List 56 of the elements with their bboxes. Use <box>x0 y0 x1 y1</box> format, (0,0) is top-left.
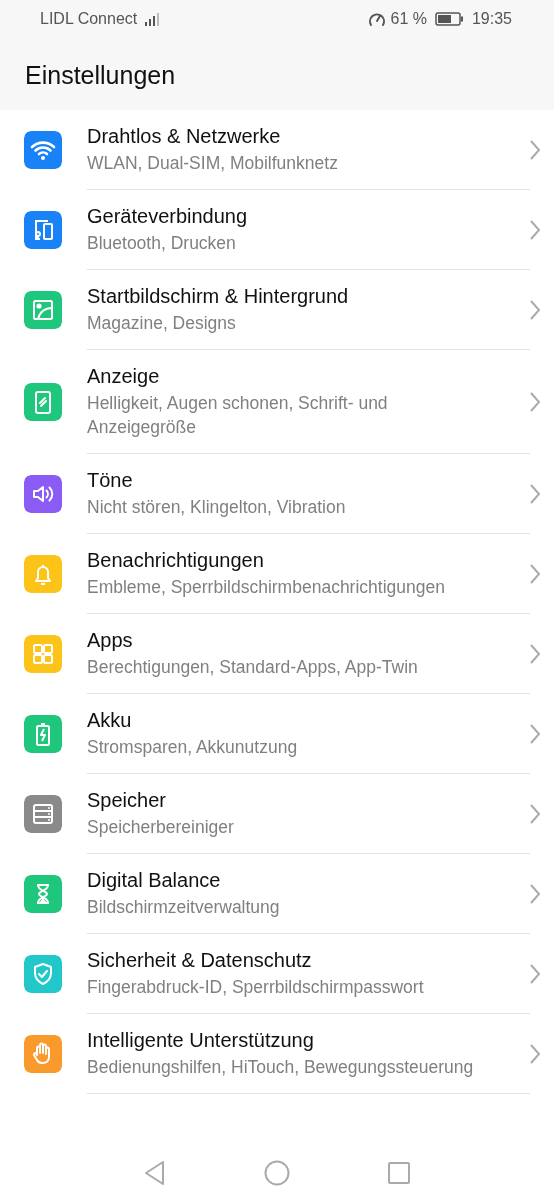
settings-item[interactable]: Digital Balance Bildschirmzeitverwaltung <box>0 854 554 934</box>
chevron-icon <box>528 1043 542 1065</box>
settings-item[interactable]: Startbildschirm & Hintergrund Magazine, Designs <box>0 270 554 350</box>
item-title: Töne <box>87 469 134 492</box>
item-title: Sicherheit & Datenschutz <box>87 949 313 972</box>
item-subtitle: Embleme, Sperrbildschirmbenachrichtigungen <box>87 576 446 599</box>
carrier-name: LIDL Connect <box>40 10 138 28</box>
chevron-icon <box>528 391 542 413</box>
item-title: Startbildschirm & Hintergrund <box>87 285 350 308</box>
item-title: Benachrichtigungen <box>87 549 265 572</box>
item-subtitle: Fingerabdruck-ID, Sperrbildschirmpasswort <box>87 976 425 999</box>
settings-item[interactable]: Speicher Speicherbereiniger <box>0 774 554 854</box>
settings-item[interactable]: Geräteverbindung Bluetooth, Drucken <box>0 190 554 270</box>
item-title: Geräteverbindung <box>87 205 249 228</box>
item-title: Anzeige <box>87 365 161 388</box>
settings-item[interactable]: Töne Nicht stören, Klingelton, Vibration <box>0 454 554 534</box>
chevron-icon <box>528 643 542 665</box>
settings-item[interactable]: Akku Stromsparen, Akkunutzung <box>0 694 554 774</box>
item-title: Digital Balance <box>87 869 222 892</box>
settings-item[interactable]: Intelligente Unterstützung Bedienungshilfen, HiTouch, Bewegungssteuerung <box>0 1014 554 1094</box>
chevron-icon <box>528 139 542 161</box>
item-title: Intelligente Unterstützung <box>87 1029 315 1052</box>
item-subtitle: Stromsparen, Akkunutzung <box>87 736 299 759</box>
chevron-icon <box>528 723 542 745</box>
speedometer-icon <box>368 11 387 27</box>
chevron-icon <box>528 483 542 505</box>
item-subtitle: Bluetooth, Drucken <box>87 232 237 255</box>
settings-item[interactable]: Apps Berechtigungen, Standard-Apps, App-Twin <box>0 614 554 694</box>
item-subtitle: Helligkeit, Augen schonen, Schrift- und Anzeigegröße <box>87 392 389 439</box>
item-title: Apps <box>87 629 134 652</box>
chevron-icon <box>528 219 542 241</box>
chevron-icon <box>528 299 542 321</box>
item-subtitle: Berechtigungen, Standard-Apps, App-Twin <box>87 656 419 679</box>
settings-item[interactable]: Drahtlos & Netzwerke WLAN, Dual-SIM, Mobilfunknetz <box>0 110 554 190</box>
settings-item[interactable]: Benachrichtigungen Embleme, Sperrbildschirmbenachrichtigungen <box>0 534 554 614</box>
chevron-icon <box>528 963 542 985</box>
signal-icon <box>145 12 162 26</box>
chevron-icon <box>528 563 542 585</box>
clock-time: 19:35 <box>471 10 512 28</box>
settings-item[interactable]: Anzeige Helligkeit, Augen schonen, Schrift- und Anzeigegröße <box>0 350 554 454</box>
item-subtitle: Nicht stören, Klingelton, Vibration <box>87 496 347 519</box>
item-subtitle: Bildschirmzeitverwaltung <box>87 896 281 919</box>
page-title: Einstellungen <box>24 60 177 91</box>
battery-percent: 61 % <box>390 10 427 28</box>
chevron-icon <box>528 883 542 905</box>
item-subtitle: Speicherbereiniger <box>87 816 235 839</box>
settings-item[interactable]: Sicherheit & Datenschutz Fingerabdruck-ID, Sperrbildschirmpasswort <box>0 934 554 1014</box>
battery-icon <box>434 12 464 26</box>
item-subtitle: Magazine, Designs <box>87 312 237 335</box>
item-title: Drahtlos & Netzwerke <box>87 125 282 148</box>
item-title: Speicher <box>87 789 167 812</box>
item-title: Akku <box>87 709 133 732</box>
home-button[interactable] <box>263 1158 291 1187</box>
item-subtitle: WLAN, Dual-SIM, Mobilfunknetz <box>87 152 339 175</box>
chevron-icon <box>528 803 542 825</box>
item-subtitle: Bedienungshilfen, HiTouch, Bewegungssteuerung <box>87 1056 475 1079</box>
